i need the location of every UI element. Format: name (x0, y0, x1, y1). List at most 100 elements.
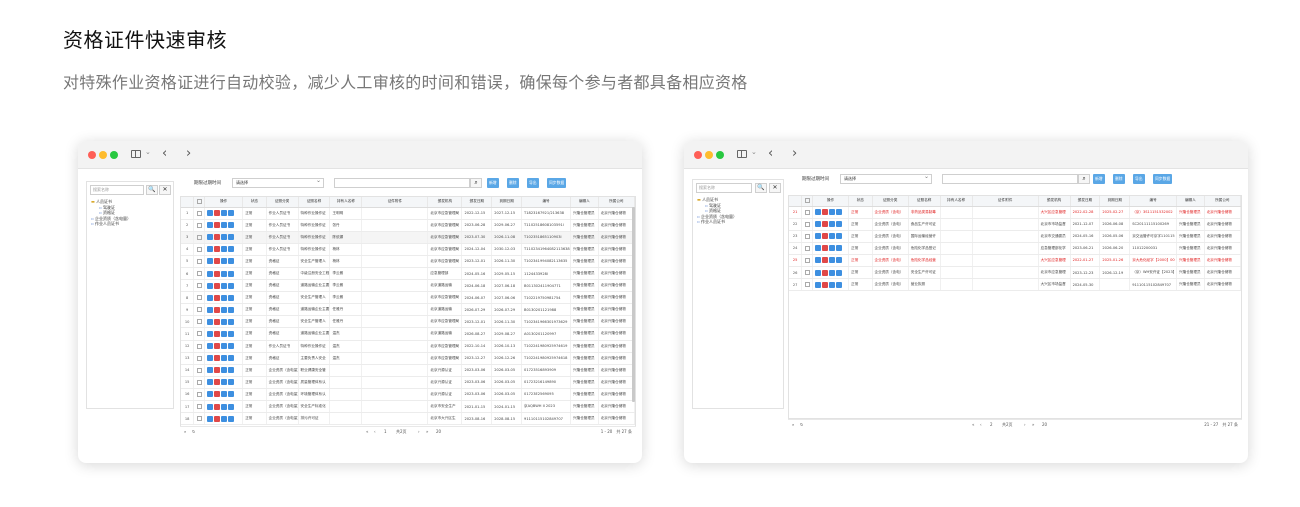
table-row[interactable]: 4 正常 作业人员证书 特种作业操作证 杨林 北京市应急管理局 2024-12-04 2030… (181, 243, 635, 256)
edit-icon[interactable] (220, 367, 227, 374)
attachment-icon[interactable] (227, 234, 234, 241)
select-all-checkbox[interactable] (193, 197, 205, 208)
search-icon[interactable]: 🔍 (755, 183, 767, 193)
sync-button[interactable]: 同步数据 (1153, 174, 1173, 184)
attachment-icon[interactable] (227, 355, 234, 362)
filter-select[interactable]: 请选择 (840, 173, 932, 184)
prev-page-icon[interactable]: ‹ (980, 422, 982, 427)
table-row[interactable]: 18 正常 企业资质（含电量） 排污许可证 北京市大兴区生 2023-08-16 2028-… (181, 412, 635, 426)
col-attachment[interactable]: 证件附件 (972, 196, 1039, 207)
delete-button[interactable]: 删除 (507, 178, 519, 188)
table-row[interactable]: 8 正常 资格证 安全生产管理人 李云朗 北京市应急管理局 2024-06-07 2027-0… (181, 291, 635, 305)
col-issue-date[interactable]: 颁发日期 (1070, 196, 1101, 207)
row-checkbox[interactable] (193, 364, 205, 377)
view-icon[interactable] (814, 233, 821, 240)
delete-icon[interactable] (821, 209, 828, 216)
chevron-down-icon[interactable]: ⌄ (751, 148, 757, 156)
page-input[interactable]: 2 (990, 422, 993, 427)
row-checkbox[interactable] (193, 231, 205, 244)
sync-button[interactable]: 同步数据 (547, 178, 567, 188)
view-icon[interactable] (206, 222, 213, 229)
attachment-icon[interactable] (227, 379, 234, 386)
delete-icon[interactable] (821, 221, 828, 228)
attachment-icon[interactable] (227, 343, 234, 350)
attachment-icon[interactable] (227, 306, 234, 313)
chevron-down-icon[interactable]: ⌄ (145, 148, 151, 156)
view-icon[interactable] (814, 269, 821, 276)
edit-icon[interactable] (220, 270, 227, 277)
first-page-icon[interactable]: « (972, 422, 974, 427)
table-row[interactable]: 6 正常 资格证 中级注册安全工程 李云朗 应急管理部 2024-05-16 2029-05-… (181, 267, 635, 281)
edit-icon[interactable] (220, 391, 227, 398)
edit-icon[interactable] (828, 221, 835, 228)
col-issuer[interactable]: 颁发机构 (427, 197, 463, 208)
sidebar-toggle-icon[interactable] (131, 150, 141, 158)
edit-icon[interactable] (828, 209, 835, 216)
edit-icon[interactable] (220, 343, 227, 350)
search-icon[interactable]: ⌕ (184, 429, 186, 434)
attachment-icon[interactable] (227, 258, 234, 265)
close-dot-icon[interactable] (694, 151, 702, 159)
delete-icon[interactable] (213, 306, 220, 313)
col-company[interactable]: 所属公司 (598, 197, 635, 208)
close-dot-icon[interactable] (88, 151, 96, 159)
export-button[interactable]: 导出 (527, 178, 539, 188)
col-holder[interactable]: 持有人名称 (329, 197, 363, 208)
attachment-icon[interactable] (227, 294, 234, 301)
view-icon[interactable] (206, 306, 213, 313)
edit-icon[interactable] (220, 318, 227, 325)
table-row[interactable]: 16 正常 企业资质（含电量） 环境管理体系认 北京兴源认证 2023-03-06 2026… (181, 388, 635, 402)
table-row[interactable]: 12 正常 作业人员证书 特种作业操作证 温杰 北京市应急管理局 2022-10-14 202… (181, 340, 635, 353)
row-checkbox[interactable] (801, 206, 813, 219)
delete-icon[interactable] (821, 281, 828, 288)
table-row[interactable]: 1 正常 作业人员证书 特种作业操作证 王明明 北京市应急管理局 2022-12-15 202… (181, 207, 635, 220)
row-checkbox[interactable] (193, 219, 205, 232)
next-page-icon[interactable]: › (1024, 422, 1026, 427)
page-size-select[interactable]: 20 (436, 429, 441, 434)
col-name[interactable]: 证照名称 (298, 197, 331, 208)
view-icon[interactable] (206, 210, 213, 217)
view-icon[interactable] (206, 294, 213, 301)
maximize-dot-icon[interactable] (716, 151, 724, 159)
row-checkbox[interactable] (193, 388, 205, 402)
delete-button[interactable]: 删除 (1113, 174, 1125, 184)
search-icon[interactable]: ⌕ (470, 178, 482, 188)
delete-icon[interactable] (213, 415, 220, 422)
view-icon[interactable] (206, 258, 213, 265)
prev-page-icon[interactable]: ‹ (374, 429, 376, 434)
delete-icon[interactable] (213, 294, 220, 301)
keyword-input[interactable] (334, 178, 470, 188)
view-icon[interactable] (206, 234, 213, 241)
edit-icon[interactable] (220, 403, 227, 410)
edit-icon[interactable] (828, 281, 835, 288)
view-icon[interactable] (206, 367, 213, 374)
view-icon[interactable] (206, 343, 213, 350)
edit-icon[interactable] (220, 210, 227, 217)
add-button[interactable]: 新增 (1093, 174, 1105, 184)
add-button[interactable]: 新增 (487, 178, 499, 188)
attachment-icon[interactable] (227, 391, 234, 398)
attachment-icon[interactable] (835, 257, 842, 264)
row-checkbox[interactable] (193, 255, 205, 268)
view-icon[interactable] (206, 391, 213, 398)
table-row[interactable]: 26 正常 企业资质（含电） 安全生产许可证 北京市应急管理 2023-12-23 2026… (789, 266, 1241, 280)
edit-icon[interactable] (220, 282, 227, 289)
table-row[interactable]: 10 正常 资格证 安全生产管理人 任雅丹 北京市应急管理局 2023-12-01 2026-… (181, 315, 635, 329)
last-page-icon[interactable]: » (426, 429, 428, 434)
table-row[interactable]: 27 正常 企业资质（含电） 营业执照 大兴区市场监督 2024-05-30 9111011… (789, 278, 1241, 292)
col-category[interactable]: 证照分类 (266, 197, 299, 208)
attachment-icon[interactable] (227, 210, 234, 217)
view-icon[interactable] (206, 246, 213, 253)
page-size-select[interactable]: 20 (1042, 422, 1047, 427)
table-row[interactable]: 11 正常 资格证 道路运输企业主要 温杰 北京道路运输 2026-08-27 2029-08… (181, 327, 635, 341)
row-checkbox[interactable] (193, 315, 205, 329)
delete-icon[interactable] (213, 282, 220, 289)
view-icon[interactable] (206, 355, 213, 362)
row-checkbox[interactable] (193, 352, 205, 365)
delete-icon[interactable] (213, 330, 220, 337)
delete-icon[interactable] (213, 210, 220, 217)
attachment-icon[interactable] (835, 233, 842, 240)
tree-node[interactable]: ▫ 作业人员证书 (697, 219, 737, 225)
col-attachment[interactable]: 证件附件 (361, 197, 429, 208)
forward-arrow-icon[interactable]: › (186, 146, 191, 161)
